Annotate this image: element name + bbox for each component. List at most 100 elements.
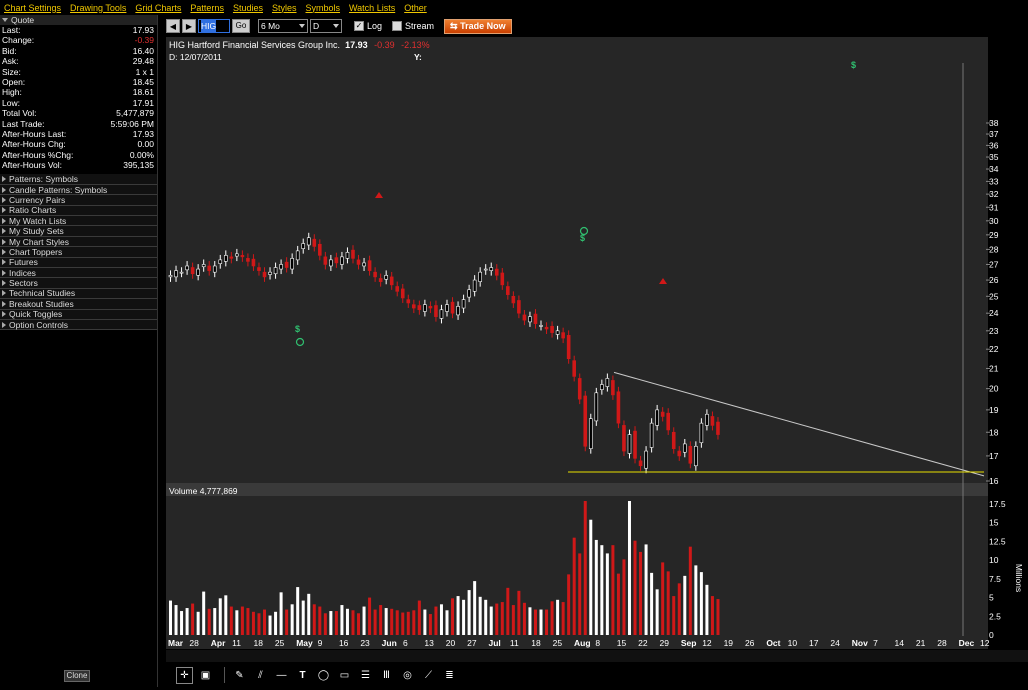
price-tick-label: 38 xyxy=(989,118,999,128)
volume-bar xyxy=(334,611,338,635)
price-tick-label: 31 xyxy=(989,202,999,212)
x-tick-label: Jun xyxy=(382,638,397,648)
volume-bar xyxy=(539,609,543,635)
candle-body xyxy=(389,276,394,286)
volume-bar xyxy=(368,597,372,635)
fan-tool-icon[interactable]: ⟋ xyxy=(420,667,437,684)
x-tick-label: Jul xyxy=(489,638,501,648)
price-tick-label: 23 xyxy=(989,326,999,336)
candle-body xyxy=(174,270,178,278)
price-tick-label: 21 xyxy=(989,363,999,373)
candle-body xyxy=(533,313,538,324)
rectangle-tool-icon[interactable]: ▭ xyxy=(336,667,353,684)
candle-body xyxy=(611,380,615,396)
volume-bar xyxy=(235,610,239,635)
volume-bar xyxy=(716,599,720,635)
price-tick-label: 17 xyxy=(989,451,999,461)
candle-body xyxy=(600,384,604,390)
x-tick-label: Apr xyxy=(211,638,226,648)
select-tool-icon[interactable]: ▣ xyxy=(197,667,214,684)
candle-body xyxy=(472,279,477,292)
volume-bar xyxy=(251,611,255,635)
volume-bar xyxy=(263,609,267,635)
list-tool-icon[interactable]: ≣ xyxy=(441,667,458,684)
volume-bar xyxy=(169,600,172,635)
volume-bar xyxy=(357,613,361,635)
candle-body xyxy=(677,450,682,457)
spiral-tool-icon[interactable]: ◎ xyxy=(399,667,416,684)
volume-bar xyxy=(616,573,620,635)
candle-body xyxy=(279,264,283,270)
candle-body xyxy=(494,268,499,276)
x-tick-label: 25 xyxy=(553,638,563,648)
gann-tool-icon[interactable]: Ⅲ xyxy=(378,667,395,684)
candle-body xyxy=(682,443,687,453)
candle-body xyxy=(356,259,361,265)
volume-bar xyxy=(600,545,604,635)
ellipse-tool-icon[interactable]: ◯ xyxy=(315,667,332,684)
candle-body xyxy=(423,304,427,312)
price-tick-label: 24 xyxy=(989,308,999,318)
candle-body xyxy=(528,316,532,323)
candle-body xyxy=(323,256,328,265)
volume-bar xyxy=(290,604,294,635)
x-tick-label: 29 xyxy=(659,638,669,648)
candle-body xyxy=(666,412,671,431)
candle-body xyxy=(660,411,665,417)
candle-body xyxy=(400,288,405,299)
candle-body xyxy=(373,271,377,278)
volume-bar xyxy=(683,575,687,635)
candle-body xyxy=(627,434,632,454)
price-tick-label: 30 xyxy=(989,216,999,226)
price-tick-label: 32 xyxy=(989,189,999,199)
x-tick-label: 17 xyxy=(809,638,819,648)
candle-body xyxy=(290,258,294,270)
volume-bar xyxy=(274,611,278,635)
x-tick-label: 26 xyxy=(745,638,755,648)
candle-body xyxy=(550,326,554,333)
x-tick-label: 10 xyxy=(788,638,798,648)
volume-bar xyxy=(180,611,184,635)
volume-bar xyxy=(373,609,377,635)
candle-body xyxy=(395,286,400,292)
text-tool-icon[interactable]: T xyxy=(294,667,311,684)
x-tick-label: 9 xyxy=(318,638,323,648)
candle-body xyxy=(345,252,350,259)
fibonacci-tool-icon[interactable]: ☰ xyxy=(357,667,374,684)
volume-bar xyxy=(395,610,399,635)
volume-bar xyxy=(323,613,327,635)
candle-body xyxy=(616,391,621,424)
volume-bar xyxy=(666,571,670,635)
volume-bar xyxy=(506,587,510,635)
chart-scrollbar[interactable] xyxy=(166,650,1028,662)
candle-body xyxy=(716,421,720,435)
volume-bar xyxy=(257,613,261,635)
horizontal-line-icon[interactable]: ― xyxy=(273,667,290,684)
volume-bar xyxy=(688,546,692,635)
volume-bar xyxy=(307,593,311,635)
crosshair-tool-icon[interactable]: ✛ xyxy=(176,666,193,684)
volume-bar xyxy=(379,605,383,635)
candle-body xyxy=(384,275,388,280)
candle-body xyxy=(445,304,449,312)
volume-bar xyxy=(578,553,582,635)
price-tick-label: 19 xyxy=(989,405,999,415)
x-tick-label: 28 xyxy=(937,638,947,648)
volume-bar xyxy=(202,591,206,635)
candle-body xyxy=(334,257,339,264)
parallel-lines-icon[interactable]: ⫽ xyxy=(252,667,269,684)
candle-body xyxy=(434,305,438,317)
price-tick-label: 27 xyxy=(989,259,999,269)
chart-svg: 16 17 18 19 20 21 22 23 24 25 26 27 28 29 30 31 32 33 34 35… xyxy=(166,60,1024,662)
pencil-tool-icon[interactable]: ✎ xyxy=(231,667,248,684)
volume-bar xyxy=(473,581,477,635)
volume-bar xyxy=(550,601,554,635)
volume-bar xyxy=(301,600,305,635)
x-tick-label: 21 xyxy=(916,638,926,648)
price-tick-label: 33 xyxy=(989,176,999,186)
x-tick-label: Mar xyxy=(168,638,184,648)
candle-body xyxy=(428,306,433,309)
dividend-marker-icon: $ xyxy=(295,324,300,334)
volume-bar xyxy=(478,596,482,635)
volume-bar xyxy=(207,608,211,635)
